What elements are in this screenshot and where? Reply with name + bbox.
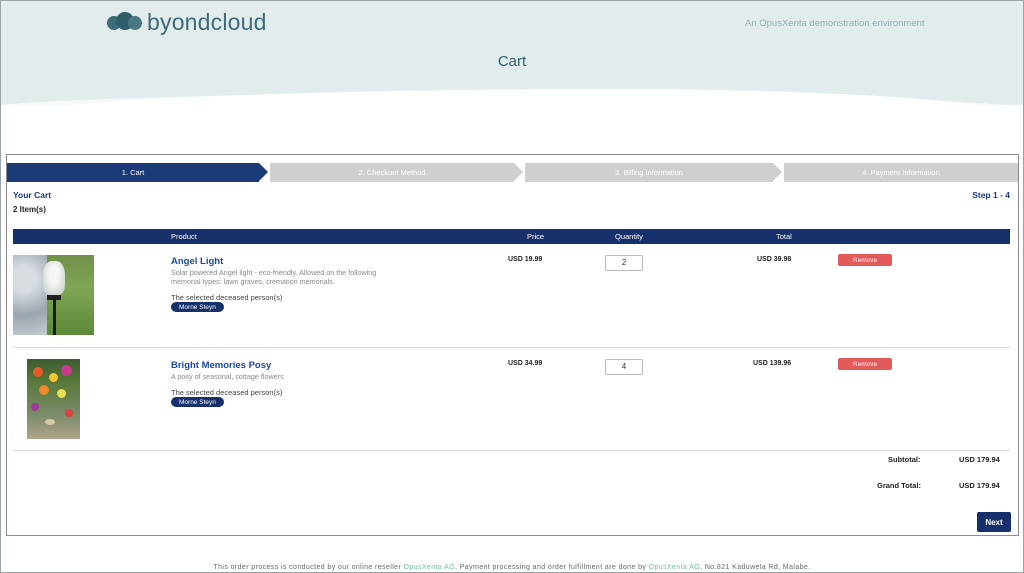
- cloud-logo-icon: [107, 11, 145, 34]
- row-divider: [13, 450, 1010, 451]
- deceased-label: The selected deceased person(s): [171, 293, 283, 302]
- column-header-total: Total: [776, 232, 792, 241]
- cart-panel: 1. Cart 2. Checkout Method 3. Billing In…: [6, 154, 1019, 536]
- grand-total-label: Grand Total:: [877, 481, 922, 490]
- checkout-steps: 1. Cart 2. Checkout Method 3. Billing In…: [7, 163, 1018, 182]
- page-title: Cart: [497, 53, 527, 70]
- angel-light-product-image: [13, 255, 94, 335]
- step-arrow: [773, 163, 782, 181]
- step-range: Step 1 - 4: [972, 190, 1010, 200]
- step-payment-information[interactable]: 4. Payment Information: [784, 163, 1018, 182]
- step-arrow: [259, 163, 268, 181]
- item-total: USD 39.98: [757, 256, 792, 263]
- step-checkout-method[interactable]: 2. Checkout Method: [270, 163, 514, 182]
- cart-row: Angel Light Solar powered Angel light - …: [13, 253, 1010, 343]
- step-label: 2. Checkout Method: [358, 168, 426, 177]
- environment-note: An OpusXenta demonstration environment: [745, 18, 925, 29]
- remove-button[interactable]: Remove: [838, 358, 892, 370]
- item-total: USD 139.96: [753, 360, 792, 367]
- quantity-input[interactable]: 4: [605, 359, 643, 375]
- footer-note: This order process is conducted by our o…: [1, 564, 1023, 571]
- remove-button[interactable]: Remove: [838, 254, 892, 266]
- step-arrow: [514, 163, 523, 181]
- product-description: Solar powered Angel light - eco-friendly…: [171, 268, 377, 286]
- item-price: USD 19.99: [508, 256, 543, 263]
- footer-text: . Payment processing and order fulfillme…: [455, 564, 649, 571]
- your-cart-heading: Your Cart: [13, 190, 52, 200]
- footer-text: , No.821 Kaduwela Rd, Malabe.: [700, 564, 811, 571]
- step-label: 4. Payment Information: [862, 168, 940, 177]
- reseller-link[interactable]: OpusXenta AG: [404, 564, 456, 571]
- step-label: 1. Cart: [121, 168, 145, 177]
- subtotal-value: USD 179.94: [959, 455, 1000, 464]
- deceased-label: The selected deceased person(s): [171, 388, 283, 397]
- fulfillment-link[interactable]: OpusXenta AG: [649, 564, 701, 571]
- product-description: A posy of seasonal, cottage flowers: [171, 372, 284, 381]
- subtotal-label: Subtotal:: [888, 455, 921, 464]
- site-header: byondcloud An OpusXenta demonstration en…: [1, 1, 1023, 105]
- column-header-price: Price: [527, 232, 545, 241]
- step-billing-information[interactable]: 3. Billing Information: [525, 163, 773, 182]
- column-header-product: Product: [171, 232, 197, 241]
- bright-memories-posy-product-image: [27, 359, 80, 439]
- item-count: 2 Item(s): [13, 205, 46, 214]
- product-name-link[interactable]: Bright Memories Posy: [171, 360, 271, 371]
- quantity-input[interactable]: 2: [605, 255, 643, 271]
- product-name-link[interactable]: Angel Light: [171, 256, 223, 267]
- footer-text: This order process is conducted by our o…: [213, 564, 404, 571]
- grand-total-value: USD 179.94: [959, 481, 1000, 490]
- logo-text: byondcloud: [147, 9, 267, 35]
- cart-table-header: Product Price Quantity Total: [13, 229, 1010, 244]
- logo[interactable]: byondcloud: [107, 9, 267, 36]
- deceased-person-chip: Morne Steyn: [171, 397, 224, 407]
- item-price: USD 34.99: [508, 360, 543, 367]
- row-divider: [13, 347, 1010, 348]
- step-cart[interactable]: 1. Cart: [7, 163, 259, 182]
- next-button[interactable]: Next: [977, 512, 1011, 532]
- deceased-person-chip: Morne Steyn: [171, 302, 224, 312]
- cart-row: Bright Memories Posy A posy of seasonal,…: [13, 357, 1010, 447]
- step-label: 3. Billing Information: [615, 168, 683, 177]
- column-header-quantity: Quantity: [615, 232, 643, 241]
